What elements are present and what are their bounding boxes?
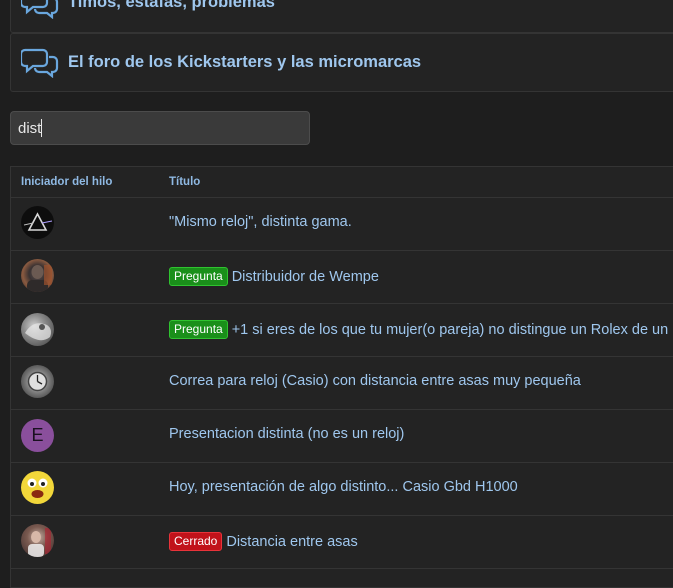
table-row[interactable]: E Presentacion distinta (no es un reloj) xyxy=(11,410,673,463)
prefix-badge-question: Pregunta xyxy=(169,320,228,339)
table-row[interactable]: Pregunta Distribuidor de Wempe xyxy=(11,251,673,304)
thread-title-link[interactable]: Pregunta +1 si eres de los que tu mujer(o… xyxy=(169,320,668,339)
thread-title-text: Presentacion distinta (no es un reloj) xyxy=(169,426,405,442)
avatar[interactable]: E xyxy=(21,419,54,452)
thread-title-link[interactable]: "Mismo reloj", distinta gama. xyxy=(169,214,352,230)
results-table: Iniciador del hilo Título "Mismo reloj",… xyxy=(10,166,673,588)
table-row[interactable]: Pregunta +1 si eres de los que tu mujer(o… xyxy=(11,304,673,357)
avatar[interactable] xyxy=(21,206,54,239)
avatar[interactable] xyxy=(21,365,54,398)
thread-title-link[interactable]: Correa para reloj (Casio) con distancia … xyxy=(169,373,581,389)
avatar-emoji-image xyxy=(27,478,48,498)
chat-bubbles-icon xyxy=(21,0,59,19)
forum-row[interactable]: Timos, estafas, problemas xyxy=(11,0,673,32)
table-row[interactable]: Correa para reloj (Casio) con distancia … xyxy=(11,357,673,410)
table-row[interactable]: Cerrado Distancia entre asas xyxy=(11,516,673,569)
avatar[interactable] xyxy=(21,313,54,346)
avatar-photo-image xyxy=(28,528,51,557)
avatar[interactable] xyxy=(21,259,54,292)
avatar-photo-image xyxy=(27,265,52,292)
thread-title-text: +1 si eres de los que tu mujer(o pareja)… xyxy=(231,322,669,338)
avatar-letter: E xyxy=(31,425,44,445)
table-header: Iniciador del hilo Título xyxy=(11,167,673,198)
thread-title-link[interactable]: Presentacion distinta (no es un reloj) xyxy=(169,426,404,442)
forum-title-link[interactable]: El foro de los Kickstarters y las microm… xyxy=(68,53,421,72)
prefix-badge-question: Pregunta xyxy=(169,267,228,286)
prefix-badge-closed: Cerrado xyxy=(169,532,223,551)
table-row[interactable]: Hoy, presentación de algo distinto... Ca… xyxy=(11,463,673,516)
column-header-starter[interactable]: Iniciador del hilo xyxy=(21,176,112,188)
thread-title-text: Distribuidor de Wempe xyxy=(231,269,379,285)
thread-filter-input[interactable] xyxy=(10,111,310,145)
text-caret xyxy=(41,119,42,137)
thread-title-link[interactable]: Cerrado Distancia entre asas xyxy=(169,532,358,551)
forum-title-link[interactable]: Timos, estafas, problemas xyxy=(68,0,275,12)
column-header-title[interactable]: Título xyxy=(169,176,200,188)
avatar-watch-image xyxy=(27,371,48,392)
avatar[interactable] xyxy=(21,471,54,504)
avatar-triangle-image xyxy=(23,212,53,231)
forum-block-1: Timos, estafas, problemas xyxy=(10,0,673,33)
forum-block-2: El foro de los Kickstarters y las microm… xyxy=(10,33,673,92)
avatar[interactable] xyxy=(21,524,54,557)
thread-title-link[interactable]: Pregunta Distribuidor de Wempe xyxy=(169,267,379,286)
thread-title-text: "Mismo reloj", distinta gama. xyxy=(169,214,352,230)
thread-title-text: Hoy, presentación de algo distinto... Ca… xyxy=(169,479,518,495)
table-row[interactable]: "Mismo reloj", distinta gama. xyxy=(11,198,673,251)
avatar-photo-image xyxy=(25,323,51,341)
thread-title-text: Correa para reloj (Casio) con distancia … xyxy=(169,373,581,389)
forum-row[interactable]: El foro de los Kickstarters y las microm… xyxy=(11,34,673,90)
thread-title-link[interactable]: Hoy, presentación de algo distinto... Ca… xyxy=(169,479,518,495)
thread-title-text: Distancia entre asas xyxy=(226,534,358,550)
chat-bubbles-icon xyxy=(21,48,59,78)
